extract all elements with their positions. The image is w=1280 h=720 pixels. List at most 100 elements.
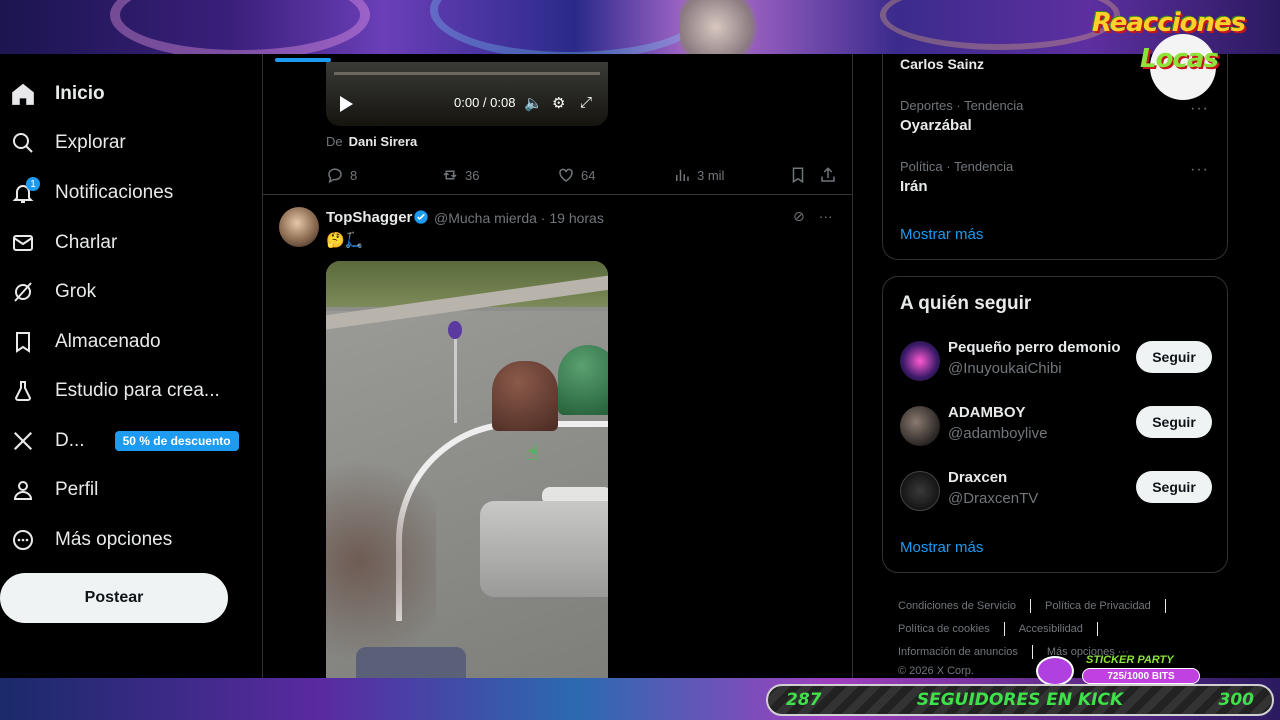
- show-more-link[interactable]: Mostrar más: [900, 226, 983, 243]
- settings-icon[interactable]: ⚙: [552, 94, 565, 112]
- views-count: 3 mil: [697, 167, 725, 183]
- tweet-actions: 8 36 64 3 mil: [326, 166, 838, 186]
- video-frame-van: [480, 501, 608, 597]
- reacciones-locas-logo: Reacciones Locas: [1092, 4, 1272, 100]
- goal-label: SEGUIDORES EN KICK: [916, 690, 1124, 710]
- more-dots-icon[interactable]: ···: [1190, 161, 1209, 179]
- logo-text: Locas: [1140, 44, 1219, 74]
- nav-item-perfil[interactable]: Perfil: [0, 468, 250, 512]
- user-handle: @InuyoukaiChibi: [948, 360, 1062, 377]
- reply-icon: [328, 168, 342, 184]
- share-button[interactable]: [819, 166, 843, 184]
- nav-item-estudio[interactable]: Estudio para crea...: [0, 369, 250, 413]
- mail-icon: [0, 231, 46, 255]
- bookmark-button[interactable]: [789, 166, 813, 184]
- views-icon: [676, 169, 689, 181]
- stream-overlay-top: [0, 0, 1280, 54]
- trend-name: Oyarzábal: [900, 117, 972, 134]
- footer-link[interactable]: Condiciones de Servicio: [898, 600, 1016, 612]
- verified-badge-icon: [414, 210, 428, 224]
- reply-button[interactable]: 8: [326, 166, 357, 184]
- nav-label: Inicio: [55, 83, 105, 104]
- follow-button[interactable]: Seguir: [1136, 341, 1212, 373]
- footer-link[interactable]: Política de Privacidad: [1045, 600, 1151, 612]
- volume-icon[interactable]: 🔈: [524, 94, 543, 112]
- footer-link[interactable]: Información de anuncios: [898, 646, 1018, 658]
- avatar[interactable]: [900, 406, 940, 446]
- play-icon[interactable]: [340, 96, 353, 112]
- nav-label: Almacenado: [55, 331, 161, 352]
- follow-button[interactable]: Seguir: [1136, 406, 1212, 438]
- post-button[interactable]: Postear: [0, 573, 228, 623]
- user-name[interactable]: Draxcen: [948, 469, 1007, 486]
- heart-icon: [1036, 656, 1074, 686]
- panel-title: A quién seguir: [900, 293, 1032, 314]
- video-progress-bar[interactable]: [334, 72, 600, 75]
- user-name[interactable]: ADAMBOY: [948, 404, 1026, 421]
- like-button[interactable]: 64: [557, 166, 595, 184]
- nav-item-almacenado[interactable]: Almacenado: [0, 320, 250, 364]
- copyright: © 2026 X Corp.: [898, 665, 974, 677]
- discount-badge: 50 % de descuento: [114, 431, 239, 451]
- bell-icon: 1: [0, 177, 46, 205]
- video-player[interactable]: 0:00 / 0:08 🔈 ⚙ ⤢: [326, 62, 608, 126]
- follow-suggestion[interactable]: Draxcen @DraxcenTV Seguir: [900, 469, 1212, 513]
- person-icon: [0, 478, 46, 502]
- nav-item-grok[interactable]: Grok: [0, 270, 250, 314]
- nav-item-premium[interactable]: D... 50 % de descuento: [0, 419, 250, 463]
- nav-label: Estudio para crea...: [55, 380, 220, 401]
- nav-item-explorar[interactable]: Explorar: [0, 121, 250, 165]
- bits-progress: 725/1000 BITS: [1082, 668, 1200, 684]
- trend-name: Irán: [900, 178, 928, 195]
- reply-count: 8: [350, 167, 358, 183]
- follow-suggestion[interactable]: ADAMBOY @adamboylive Seguir: [900, 404, 1212, 448]
- tab-indicator: [275, 58, 331, 62]
- video-frame-tree: [326, 441, 436, 678]
- views-button[interactable]: 3 mil: [673, 166, 724, 184]
- user-handle: @DraxcenTV: [948, 490, 1039, 507]
- footer-link[interactable]: Accesibilidad: [1019, 623, 1083, 635]
- follow-button[interactable]: Seguir: [1136, 471, 1212, 503]
- flask-icon: [0, 379, 46, 403]
- overlay-swirl: [110, 0, 370, 54]
- fullscreen-icon[interactable]: ⤢: [580, 94, 592, 111]
- tweet[interactable]: TopShagger @Mucha mierda · 19 horas ⊘ ··…: [263, 195, 852, 678]
- nav-item-charlar[interactable]: Charlar: [0, 221, 250, 265]
- repost-button[interactable]: 36: [441, 166, 479, 184]
- more-circle-icon: [0, 528, 46, 552]
- avatar[interactable]: [279, 207, 319, 247]
- overlay-swirl: [430, 0, 710, 54]
- more-dots-icon[interactable]: ···: [1190, 100, 1209, 118]
- trend-item[interactable]: Política · Tendencia Irán: [900, 159, 1013, 195]
- video-time: 0:00 / 0:08: [454, 95, 516, 110]
- overlay-rock: [680, 0, 770, 54]
- more-dots-icon[interactable]: ···: [819, 208, 833, 225]
- trend-category: Política · Tendencia: [900, 159, 1014, 174]
- trend-name[interactable]: Carlos Sainz: [900, 56, 984, 72]
- trend-item[interactable]: Deportes · Tendencia Oyarzábal: [900, 98, 1023, 134]
- trend-category: Deportes · Tendencia: [900, 98, 1024, 113]
- nav-item-inicio[interactable]: Inicio: [0, 72, 250, 116]
- footer-link[interactable]: Política de cookies: [898, 623, 990, 635]
- tweet-video[interactable]: [326, 261, 608, 678]
- nav-label: D...: [55, 430, 85, 451]
- tweet-author-handle: @Mucha mierda · 19 horas: [434, 210, 604, 226]
- grok-icon[interactable]: ⊘: [793, 208, 805, 225]
- from-author-link[interactable]: Dani Sirera: [349, 134, 418, 149]
- logo-text: Reacciones: [1092, 8, 1246, 38]
- user-name[interactable]: Pequeño perro demonio: [948, 339, 1121, 356]
- x-logo-icon: [0, 430, 46, 452]
- avatar[interactable]: [900, 471, 940, 511]
- grok-icon: [0, 280, 46, 304]
- nav-item-mas-opciones[interactable]: Más opciones: [0, 518, 250, 562]
- user-handle: @adamboylive: [948, 425, 1048, 442]
- avatar[interactable]: [900, 341, 940, 381]
- tweet-author-name[interactable]: TopShagger: [326, 209, 412, 226]
- nav-item-notificaciones[interactable]: 1 Notificaciones: [0, 171, 250, 215]
- tweet-header-icons: ⊘ ···: [793, 208, 833, 225]
- bookmark-icon: [0, 330, 46, 354]
- hand-cursor-icon: ☝: [526, 440, 540, 465]
- follow-suggestion[interactable]: Pequeño perro demonio @InuyoukaiChibi Se…: [900, 339, 1212, 383]
- show-more-link[interactable]: Mostrar más: [900, 539, 983, 556]
- video-frame-sign: [454, 333, 457, 423]
